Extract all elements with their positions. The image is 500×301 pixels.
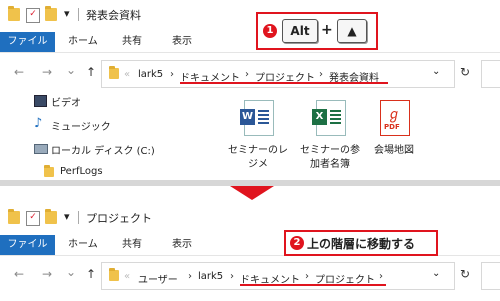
document-lines [258,110,269,112]
top-title-bar: ✓ ▾ 発表会資料 [0,0,500,29]
breadcrumb-separator: « [124,271,131,282]
up-button[interactable]: ↑ [84,65,98,79]
refresh-button[interactable]: ↻ [458,267,472,281]
move-up-callout: 2 上の階層に移動する [284,230,438,256]
tab-file[interactable]: ファイル [0,235,55,255]
file-name-l1: 会場地図 [374,145,414,156]
properties-checkbox-icon[interactable]: ✓ [26,8,40,23]
up-arrow-key: ▲ [337,19,367,43]
tab-file[interactable]: ファイル [0,32,55,52]
bottom-address-row: ← → ⌄ ↑ « ユーザー › lark5 › ドキュメント › プロジェクト… [0,260,500,290]
properties-checkbox-icon[interactable]: ✓ [26,211,40,226]
address-dropdown-button[interactable]: ⌄ [432,66,440,77]
sidebar-item-label: PerfLogs [60,166,103,177]
folder-icon [109,66,119,79]
refresh-button[interactable]: ↻ [458,65,472,79]
pdf-document-icon: ℊ PDF [380,100,410,136]
recent-locations-button[interactable]: ⌄ [64,63,78,77]
file-name-l1: セミナーの参 [300,145,360,156]
tab-home[interactable]: ホーム [68,32,98,52]
plus-sign: + [321,22,333,38]
tab-home[interactable]: ホーム [68,235,98,255]
drive-icon [34,144,48,154]
down-arrow-indicator [230,186,274,200]
folder-icon [44,165,54,177]
breadcrumb-lark5[interactable]: lark5 [138,69,163,80]
video-icon [34,95,47,107]
quick-access-dropdown[interactable]: ▾ [64,7,70,20]
quick-access-dropdown[interactable]: ▾ [64,210,70,223]
breadcrumb-separator: › [230,271,234,282]
step-number-badge: 2 [290,236,304,250]
file-item-word[interactable]: W セミナーのレ ジメ [220,100,296,175]
address-bar[interactable]: « ユーザー › lark5 › ドキュメント › プロジェクト › ⌄ [101,262,455,290]
word-document-icon: W [240,100,274,136]
step-number-badge: 1 [263,24,277,38]
file-item-excel[interactable]: X セミナーの参 加者名簿 [292,100,368,175]
tab-share[interactable]: 共有 [122,32,142,52]
breadcrumb-separator: › [379,271,383,282]
pdf-badge: PDF [384,123,400,131]
sidebar-item-label: ローカル ディスク (C:) [51,146,155,157]
breadcrumb-separator: « [124,69,131,80]
title-divider [78,211,79,224]
title-divider [78,8,79,21]
callout-text: 上の階層に移動する [307,237,416,251]
search-box[interactable] [481,60,500,88]
sidebar-item-label: ミュージック [51,122,111,133]
breadcrumb-lark5[interactable]: lark5 [198,271,223,282]
tab-view[interactable]: 表示 [172,32,192,52]
file-item-pdf[interactable]: ℊ PDF 会場地図 [364,100,424,175]
new-folder-icon[interactable] [45,209,57,224]
folder-icon [109,268,119,281]
sidebar-item-label: ビデオ [51,98,81,109]
recent-locations-button[interactable]: ⌄ [64,265,78,279]
tab-view[interactable]: 表示 [172,235,192,255]
window-title: プロジェクト [86,212,152,225]
top-address-row: ← → ⌄ ↑ « lark5 › ドキュメント › プロジェクト › 発表会資… [0,58,500,88]
file-name-l2: 加者名簿 [310,159,350,170]
breadcrumb-users[interactable]: ユーザー [138,271,178,286]
shortcut-callout: 1 Alt + ▲ [256,12,378,50]
up-arrow-icon: ▲ [347,24,357,38]
top-ribbon-tabs: ファイル ホーム 共有 表示 [0,32,500,53]
forward-button[interactable]: → [40,65,54,79]
excel-document-icon: X [312,100,346,136]
breadcrumb-separator: › [319,69,323,80]
tab-share[interactable]: 共有 [122,235,142,255]
search-box[interactable] [481,262,500,290]
breadcrumb-separator: › [305,271,309,282]
breadcrumb-separator: › [170,69,174,80]
address-bar[interactable]: « lark5 › ドキュメント › プロジェクト › 発表会資料 ⌄ [101,60,455,88]
file-name-l1: セミナーのレ [228,145,288,156]
folder-icon [8,209,20,224]
forward-button[interactable]: → [40,267,54,281]
path-highlight-underline [240,284,386,286]
window-title: 発表会資料 [86,9,141,22]
document-lines [330,110,341,112]
file-name-l2: ジメ [248,159,268,170]
up-button[interactable]: ↑ [84,267,98,281]
back-button[interactable]: ← [12,267,26,281]
navigation-pane: ビデオ ♪ ミュージック ローカル ディスク (C:) PerfLogs [0,88,200,180]
music-icon: ♪ [34,116,43,131]
alt-key: Alt [282,19,318,43]
excel-badge: X [312,109,327,125]
back-button[interactable]: ← [12,65,26,79]
breadcrumb-separator: › [188,271,192,282]
address-dropdown-button[interactable]: ⌄ [432,268,440,279]
breadcrumb-separator: › [245,69,249,80]
new-folder-icon[interactable] [45,6,57,21]
word-badge: W [240,109,255,125]
folder-icon [8,6,20,21]
bottom-title-bar: ✓ ▾ プロジェクト [0,203,500,231]
pdf-glyph: ℊ [387,107,401,123]
path-highlight-underline [180,82,388,84]
